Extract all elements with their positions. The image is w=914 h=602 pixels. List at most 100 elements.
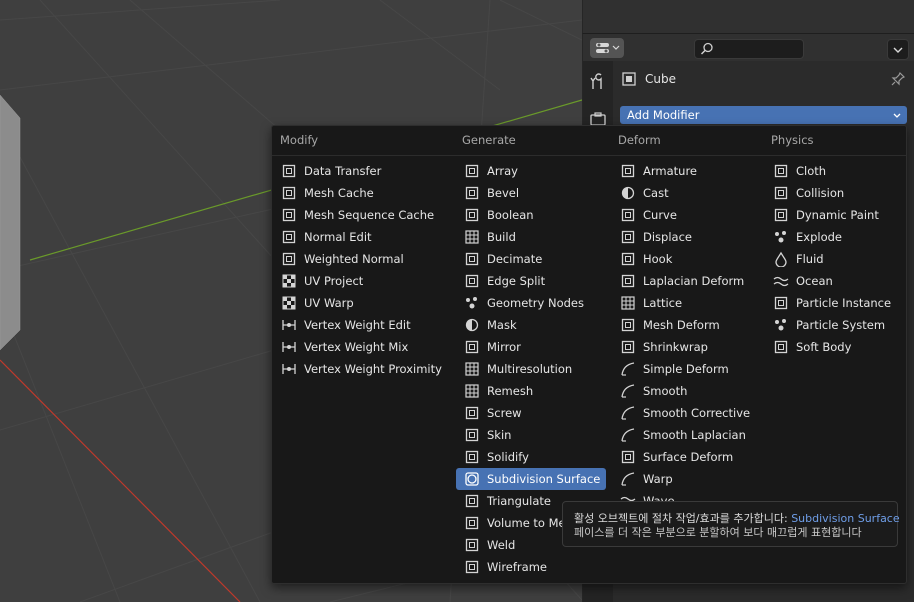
menu-item-surface-deform[interactable]: Surface Deform [612,446,764,468]
menu-item-armature[interactable]: Armature [612,160,764,182]
menu-item-geometry-nodes[interactable]: Geometry Nodes [456,292,606,314]
add-modifier-button[interactable]: Add Modifier [620,106,907,124]
menu-item-shrinkwrap[interactable]: Shrinkwrap [612,336,764,358]
menu-item-label: Remesh [487,384,534,398]
build-icon [464,229,480,245]
column-header-physics: Physics [771,133,814,147]
menu-item-label: Edge Split [487,274,546,288]
armature-icon [620,163,636,179]
solidify-icon [464,449,480,465]
simple-deform-icon [620,361,636,377]
weld-icon [464,537,480,553]
menu-item-explode[interactable]: Explode [765,226,903,248]
menu-item-cloth[interactable]: Cloth [765,160,903,182]
column-header-modify: Modify [280,133,319,147]
menu-item-label: Mesh Cache [304,186,374,200]
explode-icon [773,229,789,245]
menu-item-curve[interactable]: Curve [612,204,764,226]
menu-item-build[interactable]: Build [456,226,606,248]
menu-item-smooth-corrective[interactable]: Smooth Corrective [612,402,764,424]
soft-body-icon [773,339,789,355]
normal-edit-icon [281,229,297,245]
menu-item-vertex-weight-mix[interactable]: Vertex Weight Mix [273,336,453,358]
smooth-icon [620,383,636,399]
menu-item-ocean[interactable]: Ocean [765,270,903,292]
screw-icon [464,405,480,421]
menu-item-skin[interactable]: Skin [456,424,606,446]
menu-item-cast[interactable]: Cast [612,182,764,204]
menu-item-multiresolution[interactable]: Multiresolution [456,358,606,380]
menu-item-normal-edit[interactable]: Normal Edit [273,226,453,248]
menu-item-boolean[interactable]: Boolean [456,204,606,226]
menu-item-mesh-cache[interactable]: Mesh Cache [273,182,453,204]
menu-item-wireframe[interactable]: Wireframe [456,556,606,578]
particle-instance-icon [773,295,789,311]
menu-item-label: Bevel [487,186,520,200]
smooth-icon [620,427,636,443]
menu-item-label: Soft Body [796,340,852,354]
shrinkwrap-icon [620,339,636,355]
triangulate-icon [464,493,480,509]
weighted-normal-icon [281,251,297,267]
menu-item-decimate[interactable]: Decimate [456,248,606,270]
menu-item-vertex-weight-edit[interactable]: Vertex Weight Edit [273,314,453,336]
search-input[interactable] [694,39,804,59]
menu-item-collision[interactable]: Collision [765,182,903,204]
lattice-icon [620,295,636,311]
options-dropdown-button[interactable] [887,39,909,60]
multiresolution-icon [464,361,480,377]
menu-item-edge-split[interactable]: Edge Split [456,270,606,292]
menu-item-soft-body[interactable]: Soft Body [765,336,903,358]
menu-item-label: Simple Deform [643,362,729,376]
menu-item-laplacian-deform[interactable]: Laplacian Deform [612,270,764,292]
menu-item-label: Geometry Nodes [487,296,585,310]
menu-item-data-transfer[interactable]: Data Transfer [273,160,453,182]
menu-item-vertex-weight-proximity[interactable]: Vertex Weight Proximity [273,358,453,380]
menu-item-label: Skin [487,428,512,442]
menu-item-label: Particle System [796,318,886,332]
menu-item-dynamic-paint[interactable]: Dynamic Paint [765,204,903,226]
uv-warp-icon [281,295,297,311]
menu-item-warp[interactable]: Warp [612,468,764,490]
menu-item-uv-warp[interactable]: UV Warp [273,292,453,314]
menu-item-bevel[interactable]: Bevel [456,182,606,204]
menu-item-weighted-normal[interactable]: Weighted Normal [273,248,453,270]
menu-item-label: UV Project [304,274,364,288]
menu-item-label: Decimate [487,252,543,266]
menu-item-subdivision-surface[interactable]: Subdivision Surface [456,468,606,490]
properties-editor-icon [596,43,620,53]
menu-item-mesh-deform[interactable]: Mesh Deform [612,314,764,336]
menu-item-label: Array [487,164,518,178]
menu-item-screw[interactable]: Screw [456,402,606,424]
menu-item-hook[interactable]: Hook [612,248,764,270]
menu-item-label: Mesh Deform [643,318,720,332]
menu-item-simple-deform[interactable]: Simple Deform [612,358,764,380]
editor-type-button[interactable] [590,38,624,58]
object-icon [622,72,636,86]
pin-icon[interactable] [890,71,906,87]
menu-item-lattice[interactable]: Lattice [612,292,764,314]
decimate-icon [464,251,480,267]
menu-item-particle-system[interactable]: Particle System [765,314,903,336]
menu-item-label: Build [487,230,516,244]
menu-item-fluid[interactable]: Fluid [765,248,903,270]
menu-item-solidify[interactable]: Solidify [456,446,606,468]
laplacian-deform-icon [620,273,636,289]
menu-item-mask[interactable]: Mask [456,314,606,336]
chevron-down-icon [893,113,901,118]
menu-item-label: Normal Edit [304,230,372,244]
menu-item-smooth[interactable]: Smooth [612,380,764,402]
menu-item-particle-instance[interactable]: Particle Instance [765,292,903,314]
menu-item-displace[interactable]: Displace [612,226,764,248]
column-header-deform: Deform [618,133,661,147]
menu-item-label: Surface Deform [643,450,734,464]
tool-tab-icon[interactable] [589,73,607,91]
menu-item-remesh[interactable]: Remesh [456,380,606,402]
menu-item-mirror[interactable]: Mirror [456,336,606,358]
object-name-row: Cube [620,68,910,90]
menu-item-smooth-laplacian[interactable]: Smooth Laplacian [612,424,764,446]
menu-item-uv-project[interactable]: UV Project [273,270,453,292]
menu-item-mesh-sequence-cache[interactable]: Mesh Sequence Cache [273,204,453,226]
menu-item-label: Explode [796,230,842,244]
menu-item-array[interactable]: Array [456,160,606,182]
